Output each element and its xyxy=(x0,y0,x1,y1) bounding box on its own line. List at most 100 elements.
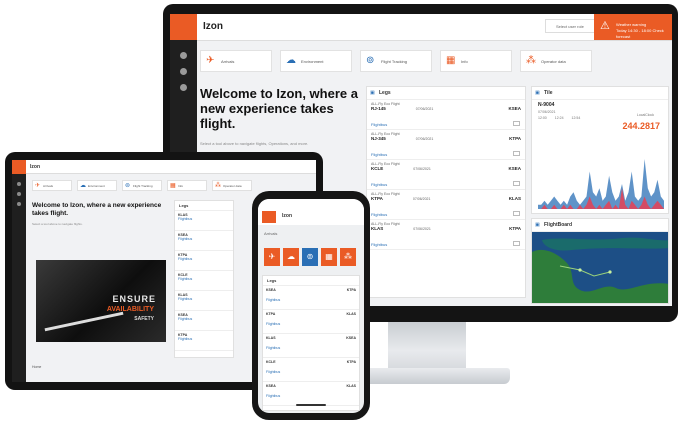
quick-action-icon: ⊚ xyxy=(125,183,131,189)
quick-action-button[interactable]: ✈ Arrivals xyxy=(200,50,272,72)
video-line1: AVAILABILITY xyxy=(106,306,154,313)
sidebar-nav-icon[interactable] xyxy=(180,68,187,75)
phone-legs-header: Legs xyxy=(263,276,359,286)
leg-row[interactable]: ALL-Fly Eco Flight NJ-345 07/06/2021 KTPA Fl… xyxy=(367,130,525,160)
izon-logo[interactable] xyxy=(12,160,26,174)
tile-time: 12:54 xyxy=(571,116,581,120)
legs-panel-header: ▣ Legs xyxy=(367,87,525,100)
monitor-stand-neck xyxy=(388,322,466,370)
quick-action-button[interactable]: ⁂ Operator data xyxy=(520,50,592,72)
quick-action-button[interactable]: ⊚ Flight Tracking xyxy=(360,50,432,72)
leg-destination: KTPA xyxy=(509,136,521,141)
leg-status: Flightbus xyxy=(371,182,388,187)
leg-status: Flightbus xyxy=(266,346,281,350)
quick-action-label: Arrivals xyxy=(221,59,235,64)
leg-flight: NJ-345 xyxy=(371,136,386,141)
phone-leg-row[interactable]: KSEA KTPA Flightbus xyxy=(263,286,359,310)
tablet-footer[interactable]: Home xyxy=(32,365,41,369)
leg-row[interactable]: ALL-Fly Eco Flight KTPA 07/06/2021 KLAS Flig… xyxy=(367,190,525,220)
tablet-quick-action[interactable]: ✈ Arrivals xyxy=(32,180,72,191)
leg-status: Flightbus xyxy=(178,297,193,301)
phone-legs-panel: Legs KSEA KTPA Flightbus KTPA KLAS Flightbus K… xyxy=(262,275,360,411)
quick-action-label: Environment xyxy=(301,59,324,64)
phone-quick-tile[interactable]: ⁂ xyxy=(340,248,356,266)
flightboard-title: FlightBoard xyxy=(544,222,573,228)
quick-action-icon: ⁂ xyxy=(215,183,221,189)
tablet-welcome-heading: Welcome to Izon, where a new experience … xyxy=(32,202,162,217)
phone-quick-tile[interactable]: ✈ xyxy=(264,248,280,266)
tablet-welcome: Welcome to Izon, where a new experience … xyxy=(32,202,162,226)
flight-map[interactable] xyxy=(532,232,669,304)
izon-logo[interactable] xyxy=(262,211,276,223)
tile-icon: ▣ xyxy=(535,90,540,96)
tablet-leg-row[interactable]: KLAS Flightbus xyxy=(175,291,233,311)
phone-leg-row[interactable]: KSEA KLAS Flightbus xyxy=(263,382,359,406)
sidebar-nav-icon[interactable] xyxy=(17,192,21,196)
leg-status: Flightbus xyxy=(266,394,281,398)
tile-date-label: LocalClock xyxy=(636,113,654,117)
phone-quick-tile[interactable]: ▦ xyxy=(321,248,337,266)
tablet-sidebar xyxy=(12,160,26,382)
tablet-quick-action[interactable]: ⁂ Operator data xyxy=(212,180,252,191)
quick-action-button[interactable]: ▦ Info xyxy=(440,50,512,72)
leg-action-icon[interactable] xyxy=(513,181,520,186)
tablet-quick-action[interactable]: ☁ Environment xyxy=(77,180,117,191)
leg-action-icon[interactable] xyxy=(513,241,520,246)
satellite-icon: ⊚ xyxy=(366,55,375,66)
tablet-header: Izon xyxy=(26,160,316,174)
leg-flight: KCLE xyxy=(371,166,384,171)
leg-time: 07/06/2021 xyxy=(413,227,431,231)
app-title: Izon xyxy=(203,21,223,32)
sidebar-nav-icon[interactable] xyxy=(180,84,187,91)
tile-panel-header: ▣ Tile xyxy=(532,87,668,100)
home-indicator[interactable] xyxy=(296,404,326,406)
tablet-leg-row[interactable]: KLAS Flightbus xyxy=(175,211,233,231)
phone-leg-row[interactable]: KTPA KLAS Flightbus xyxy=(263,310,359,334)
phone-quick-tile[interactable]: ⊚ xyxy=(302,248,318,266)
quick-action-button[interactable]: ☁ Environment xyxy=(280,50,352,72)
leg-status: Flightbus xyxy=(178,317,193,321)
quick-action-label: Operator data xyxy=(541,59,566,64)
leg-flight: RJ-145 xyxy=(371,106,386,111)
sidebar-nav-icon[interactable] xyxy=(180,52,187,59)
promo-video[interactable]: ENSURE AVAILABILITY SAFETY xyxy=(36,260,166,342)
tablet-leg-row[interactable]: KTPA Flightbus xyxy=(175,251,233,271)
quick-action-icon: ✈ xyxy=(35,183,41,189)
phone-header: Izon xyxy=(258,199,364,225)
weather-alert[interactable]: ⚠ Weather warning Today 14:30 - 18:00 Ch… xyxy=(594,14,672,40)
tablet-leg-row[interactable]: KTPA Flightbus xyxy=(175,331,233,351)
tablet-leg-row[interactable]: KCLE Flightbus xyxy=(175,271,233,291)
quick-action-label: Flight Tracking xyxy=(381,59,408,64)
leg-destination: KTPA xyxy=(509,226,521,231)
sidebar-nav-icon[interactable] xyxy=(17,202,21,206)
leg-status: Flightbus xyxy=(178,217,193,221)
flightboard-header: ▣ FlightBoard xyxy=(532,219,668,232)
tablet-leg-row[interactable]: KSEA Flightbus xyxy=(175,311,233,331)
tile-icon: ✈ xyxy=(268,252,276,261)
phone-quick-tile[interactable]: ☁ xyxy=(283,248,299,266)
leg-action-icon[interactable] xyxy=(513,151,520,156)
tablet-quick-action[interactable]: ⊚ Flight Tracking xyxy=(122,180,162,191)
quick-action-label: Environment xyxy=(88,184,105,188)
leg-action-icon[interactable] xyxy=(513,211,520,216)
legs-panel: ▣ Legs ALL-Fly Eco Flight RJ-145 07/06/202… xyxy=(366,86,526,298)
welcome-text: Select a tool above to navigate flights,… xyxy=(200,141,309,146)
leg-flight: KSEA xyxy=(266,384,276,388)
tablet-leg-row[interactable]: KSEA Flightbus xyxy=(175,231,233,251)
leg-status: Flightbus xyxy=(178,237,193,241)
quick-action-label: Operator data xyxy=(223,184,242,188)
sidebar-nav-icon[interactable] xyxy=(17,182,21,186)
leg-action-icon[interactable] xyxy=(513,121,520,126)
leg-row[interactable]: ALL-Fly Eco Flight KLAS 07/06/2021 KTPA Flig… xyxy=(367,220,525,250)
phone-leg-row[interactable]: KLAS KSEA Flightbus xyxy=(263,334,359,358)
izon-logo[interactable] xyxy=(170,14,197,40)
quick-action-icon: ☁ xyxy=(80,183,86,189)
tile-icon: ▦ xyxy=(325,252,333,261)
phone-leg-row[interactable]: KCLE KTPA Flightbus xyxy=(263,358,359,382)
network-icon: ⁂ xyxy=(526,55,536,66)
leg-row[interactable]: ALL-Fly Eco Flight RJ-145 07/06/2021 KSEA Fl… xyxy=(367,100,525,130)
leg-status: Flightbus xyxy=(178,277,193,281)
tablet-quick-action[interactable]: ▦ Info xyxy=(167,180,207,191)
leg-row[interactable]: ALL-Fly Eco Flight KCLE 07/06/2021 KSEA Flig… xyxy=(367,160,525,190)
legs-icon: ▣ xyxy=(370,90,375,96)
